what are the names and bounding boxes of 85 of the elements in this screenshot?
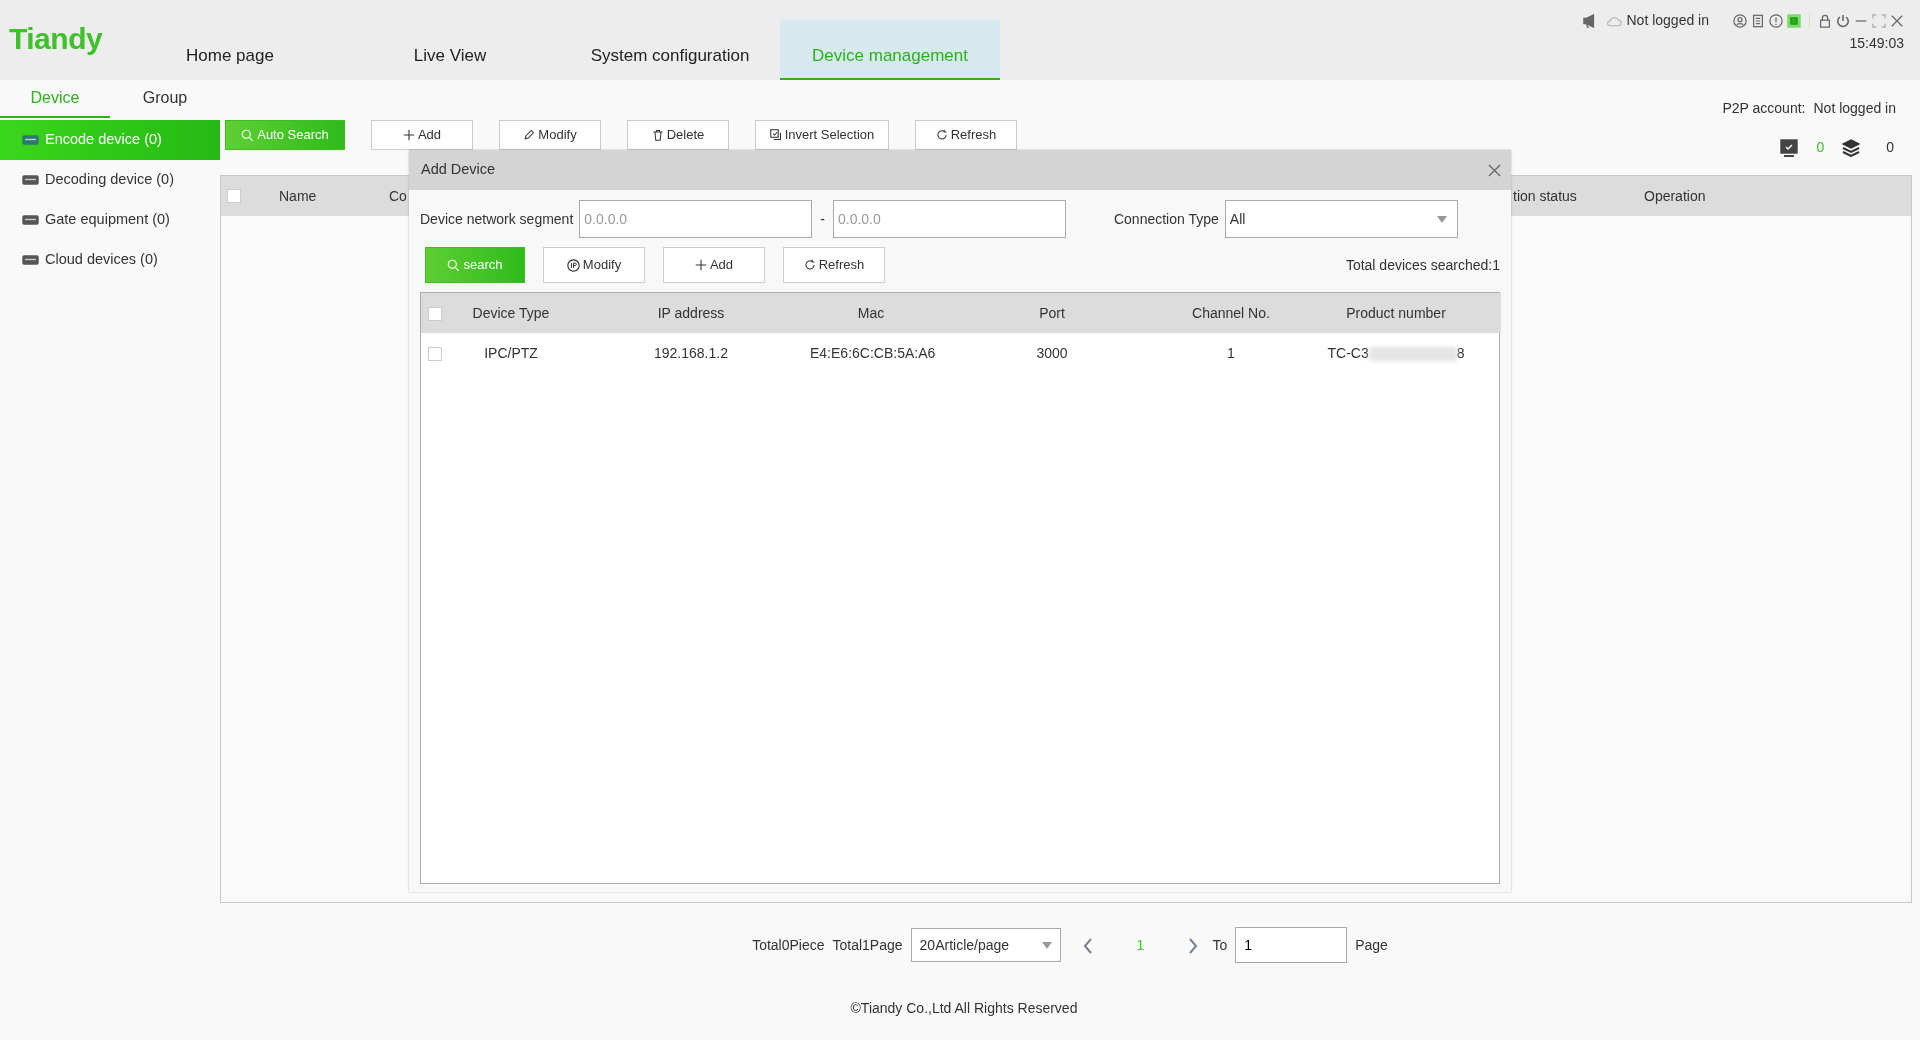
column-header: Channel No. (1192, 304, 1270, 321)
p2p-label: P2P account: (1722, 99, 1806, 118)
nav-tab[interactable]: System configuration (560, 20, 780, 80)
connection-type-select[interactable]: All (1224, 200, 1458, 238)
alert-icon[interactable] (1769, 13, 1783, 28)
sidebar-item[interactable]: Decoding device (0) (0, 160, 220, 200)
online-count: 0 (1816, 138, 1825, 157)
lock-icon[interactable] (1818, 13, 1832, 28)
checkbox[interactable] (428, 346, 442, 361)
trash-icon (651, 129, 664, 141)
dialog-title: Add Device (421, 160, 496, 180)
dialog-button[interactable]: Modify (543, 247, 645, 283)
total-items: Total0Piece (752, 935, 825, 955)
table-cell: E4:E6:6C:CB:5A:A6 (810, 344, 936, 361)
column-header: tion status (1513, 187, 1577, 204)
page-input[interactable]: 1 (1235, 927, 1348, 963)
close-icon[interactable] (1488, 163, 1501, 177)
table-cell: IPC/PTZ (484, 344, 538, 361)
document-icon[interactable] (1751, 13, 1765, 28)
segment-label: Device network segment (420, 209, 574, 229)
product-number-end: 8 (1456, 344, 1465, 361)
p2p-status: Not logged in (1813, 99, 1896, 118)
segment-end-field[interactable]: 0.0.0.0 (832, 200, 1066, 238)
column-header: Co (389, 187, 407, 204)
toolbar-button[interactable]: Modify (499, 120, 601, 150)
sidebar-item[interactable]: Cloud devices (0) (0, 240, 220, 280)
sub-tab[interactable]: Group (110, 80, 220, 118)
nav-tab[interactable]: Home page (120, 20, 340, 80)
table-cell: 1 (1227, 344, 1235, 361)
toolbar-button[interactable]: Delete (627, 120, 729, 150)
column-header: Operation (1644, 187, 1706, 204)
total-count: 0 (1886, 138, 1894, 157)
search-icon (447, 258, 461, 272)
login-status: Not logged in (1626, 11, 1709, 30)
cloud-icon (1606, 14, 1623, 27)
power-icon[interactable] (1836, 13, 1850, 28)
table-cell: 192.168.1.2 (654, 344, 728, 361)
copyright-text: ©Tiandy Co.,Ltd All Rights Reserved (850, 999, 1078, 1018)
checkbox[interactable] (428, 306, 442, 321)
next-page-icon[interactable] (1188, 937, 1199, 954)
column-header: IP address (657, 304, 725, 321)
plus-icon (694, 259, 707, 271)
search-icon (241, 128, 255, 142)
device-icon (22, 135, 39, 145)
refresh-icon (803, 259, 816, 271)
monitor-check-icon (1780, 138, 1799, 157)
segment-start-field[interactable]: 0.0.0.0 (579, 200, 813, 238)
user-icon[interactable] (1733, 13, 1747, 28)
table-cell: 3000 (1036, 344, 1068, 361)
layers-icon (1842, 138, 1861, 157)
device-icon (22, 215, 39, 225)
nav-tab[interactable]: Live View (340, 20, 560, 80)
pencil-icon (523, 129, 536, 141)
toolbar-button[interactable]: Refresh (915, 120, 1017, 150)
search-total: Total devices searched:1 (1345, 255, 1500, 275)
sidebar-item[interactable]: Gate equipment (0) (0, 200, 220, 240)
column-header: Port (1039, 304, 1065, 321)
ip-icon (566, 258, 580, 272)
plus-icon (402, 129, 415, 141)
logo: Tiandy (9, 21, 104, 56)
dialog-button[interactable]: Add (663, 247, 765, 283)
refresh-icon (935, 129, 948, 141)
column-header: Mac (857, 304, 885, 321)
total-pages: Total1Page (832, 935, 903, 955)
clock-time: 15:49:03 (1849, 34, 1904, 53)
product-number-start: TC-C3 (1327, 344, 1369, 361)
invert-selection-icon (769, 129, 782, 141)
column-header: Name (279, 187, 317, 204)
device-icon (22, 255, 39, 265)
page-size-select[interactable]: 20Article/page (910, 928, 1061, 962)
chip-icon[interactable] (1787, 13, 1801, 28)
caret-icon (1041, 941, 1052, 949)
goto-label: To (1212, 935, 1228, 955)
checkbox[interactable] (227, 189, 241, 203)
toolbar-button[interactable]: Invert Selection (755, 120, 889, 150)
previous-page-icon[interactable] (1082, 937, 1093, 954)
toolbar-button[interactable]: Add (371, 120, 473, 150)
page-label: Page (1355, 935, 1388, 955)
dialog-button[interactable]: Refresh (783, 247, 885, 283)
range-separator: - (820, 209, 825, 229)
device-icon (22, 175, 39, 185)
close-icon[interactable] (1890, 13, 1904, 28)
connection-type-label: Connection Type (1113, 209, 1219, 229)
column-header: Device Type (472, 304, 550, 321)
column-header: Product number (1346, 304, 1446, 321)
